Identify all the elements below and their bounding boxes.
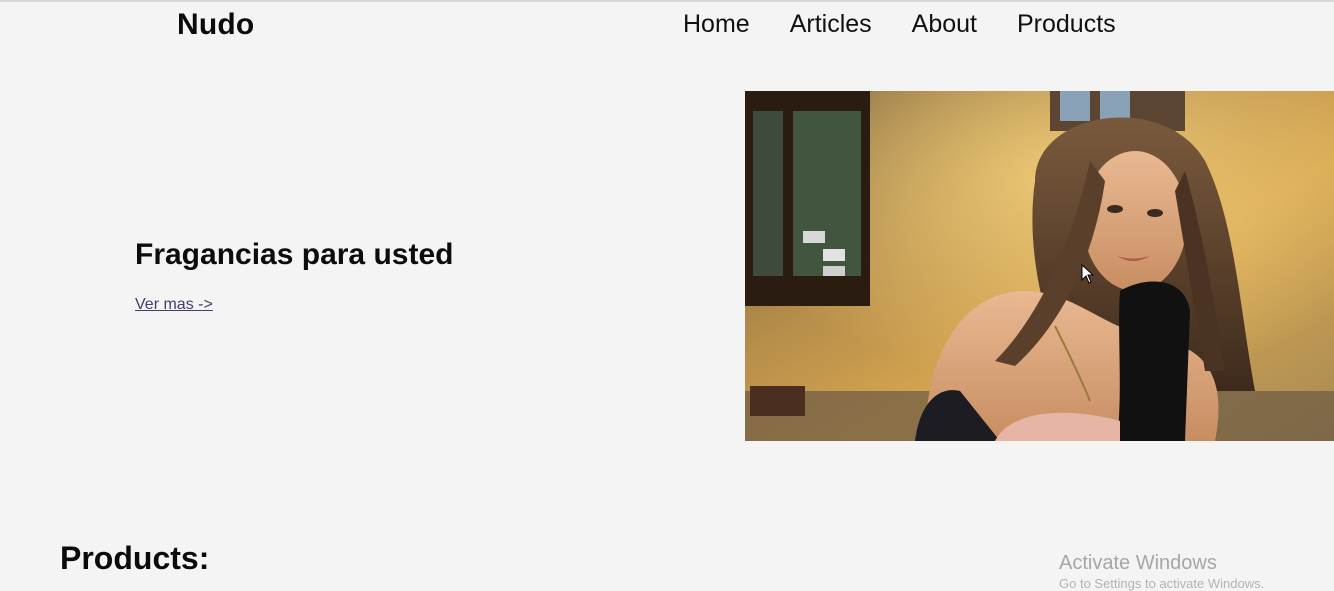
- hero-title: Fragancias para usted: [135, 238, 454, 271]
- nav-home-link[interactable]: Home: [683, 10, 750, 39]
- activate-windows-title: Activate Windows: [1059, 552, 1217, 574]
- mouse-cursor-icon: [1081, 263, 1095, 289]
- see-more-link[interactable]: Ver mas ->: [135, 296, 213, 314]
- nav-about-link[interactable]: About: [912, 10, 977, 39]
- products-heading: Products:: [60, 540, 210, 576]
- top-border: [0, 0, 1334, 2]
- brand-logo[interactable]: Nudo: [177, 8, 254, 42]
- hero-photo-illustration: [745, 91, 1334, 441]
- nav-articles-link[interactable]: Articles: [790, 10, 872, 39]
- hero-image: [745, 91, 1334, 441]
- nav-products-link[interactable]: Products: [1017, 10, 1116, 39]
- activate-windows-subtitle: Go to Settings to activate Windows.: [1059, 576, 1265, 591]
- main-nav: Home Articles About Products: [683, 10, 1116, 39]
